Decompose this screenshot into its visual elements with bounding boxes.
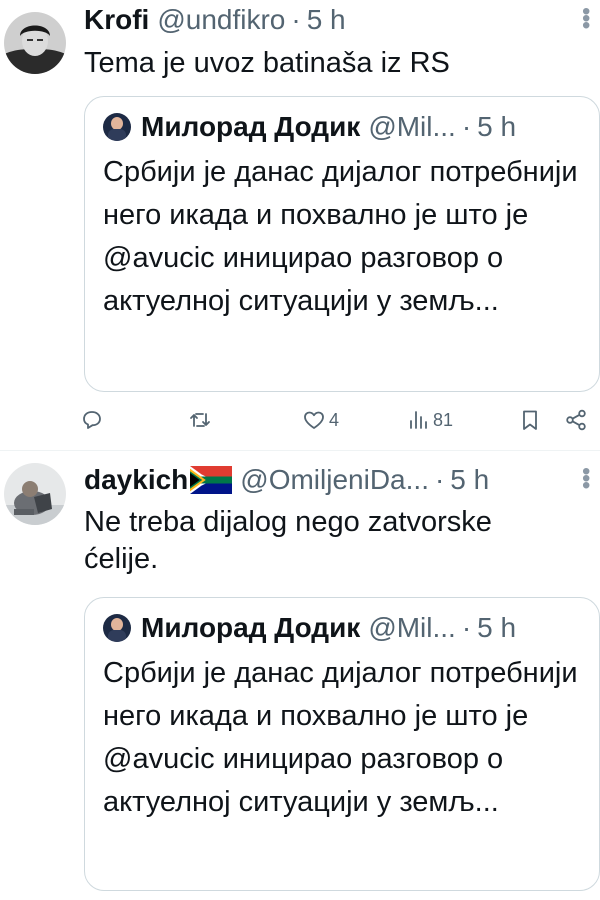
author-name[interactable]: daykich <box>84 464 188 496</box>
reply-icon <box>83 411 101 429</box>
author-handle[interactable]: @undfikro <box>157 4 285 36</box>
timestamp[interactable]: 5 h <box>450 464 489 496</box>
separator-dot: · <box>434 464 445 495</box>
tweet-daykich[interactable]: daykich @OmiljeniDa... · 5 h • • • Ne treb… <box>0 451 600 900</box>
heart-icon <box>304 411 324 429</box>
like-count: 4 <box>329 409 340 430</box>
quote-author-name: Милорад Додик <box>141 111 361 142</box>
avatar-dodik <box>103 614 131 642</box>
quote-author-handle: @Mil... <box>368 612 456 643</box>
author-handle[interactable]: @OmiljeniDa... <box>240 464 429 496</box>
views-icon <box>410 411 427 429</box>
tweet-text: Tema je uvoz batinaša iz RS <box>84 47 450 79</box>
views-button[interactable]: 81 <box>406 400 453 440</box>
more-vertical-icon[interactable]: • • • <box>582 0 590 38</box>
share-icon <box>566 409 586 431</box>
quote-text: Србији је данас дијалог потребнији него … <box>103 657 578 818</box>
more-vertical-icon[interactable]: • • • <box>582 460 590 498</box>
avatar-daykich[interactable] <box>4 463 66 525</box>
south-africa-flag-icon <box>190 466 233 494</box>
tweet-text: Ne treba dijalog nego zatvorske ćelije. <box>84 506 492 575</box>
quote-header: Милорад Додик @Mil... · 5 h <box>103 610 585 646</box>
retweet-button[interactable] <box>188 400 215 440</box>
quoted-tweet[interactable]: Милорад Додик @Mil... · 5 h Србији је да… <box>84 96 600 392</box>
quote-timestamp: 5 h <box>477 111 517 142</box>
author-name[interactable]: Krofi <box>84 4 149 36</box>
bookmark-icon <box>523 410 537 430</box>
tweet-krofi[interactable]: Krofi @undfikro · 5 h • • • Tema je uvoz b… <box>0 0 600 450</box>
avatar-krofi[interactable] <box>4 12 66 74</box>
quoted-tweet[interactable]: Милорад Додик @Mil... · 5 h Србији је да… <box>84 597 600 891</box>
bookmark-button[interactable] <box>518 400 542 440</box>
quote-timestamp: 5 h <box>477 612 517 643</box>
reply-button[interactable] <box>80 400 107 440</box>
quote-header: Милорад Додик @Mil... · 5 h <box>103 109 585 145</box>
quote-author-name: Милорад Додик <box>141 612 361 643</box>
action-bar: 4 81 <box>0 400 600 440</box>
share-button[interactable] <box>564 400 588 440</box>
quote-text: Србији је данас дијалог потребнији него … <box>103 156 578 317</box>
like-button[interactable]: 4 <box>302 400 339 440</box>
timestamp[interactable]: 5 h <box>307 4 346 36</box>
tweet-header: Krofi @undfikro · 5 h <box>84 0 550 40</box>
retweet-icon <box>190 413 210 427</box>
separator-dot: · <box>291 4 301 35</box>
avatar-dodik <box>103 113 131 141</box>
quote-author-handle: @Mil... <box>368 111 456 142</box>
separator-dot: · <box>461 612 472 643</box>
tweet-header: daykich @OmiljeniDa... · 5 h <box>84 460 550 500</box>
views-count: 81 <box>433 409 454 430</box>
separator-dot: · <box>461 111 472 142</box>
